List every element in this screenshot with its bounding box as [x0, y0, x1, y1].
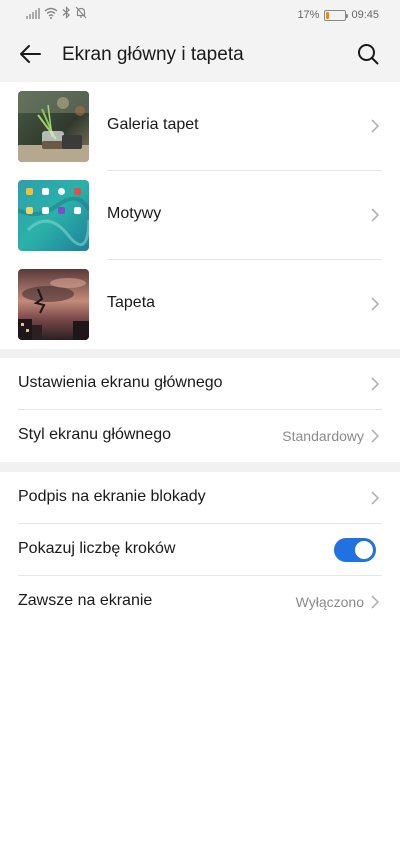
chevron-right-icon	[370, 428, 380, 444]
home-screen-style-value: Standardowy	[282, 428, 364, 444]
home-screen-style-label: Styl ekranu głównego	[18, 426, 171, 443]
home-screen-settings-label: Ustawienia ekranu głównego	[18, 374, 223, 391]
always-on-display-value: Wyłączono	[295, 594, 364, 610]
section-separator	[0, 462, 400, 472]
list-item-show-steps: Pokazuj liczbę kroków	[0, 524, 400, 576]
battery-percent: 17%	[297, 9, 320, 21]
toggle-knob	[355, 541, 373, 559]
list-item-home-screen-style[interactable]: Styl ekranu głównego Standardowy	[0, 410, 400, 462]
chevron-right-icon	[370, 296, 380, 312]
app-bar: Ekran główny i tapeta	[0, 30, 400, 82]
battery-icon	[324, 9, 349, 21]
plant-jar-thumbnail	[18, 91, 89, 162]
sunset-sky-thumbnail	[18, 269, 89, 340]
page-title: Ekran główny i tapeta	[62, 44, 244, 65]
themes-label: Motywy	[107, 205, 162, 222]
chevron-right-icon	[370, 594, 380, 610]
status-icons-right: 17% 09:45	[297, 7, 379, 23]
battery-level	[326, 11, 330, 19]
list-item-home-screen-settings[interactable]: Ustawienia ekranu głównego	[0, 358, 400, 410]
section-separator	[0, 349, 400, 358]
clock: 09:45	[351, 9, 379, 21]
list-item-lock-screen-signature[interactable]: Podpis na ekranie blokady	[0, 472, 400, 524]
show-steps-label: Pokazuj liczbę kroków	[18, 540, 176, 557]
chevron-right-icon	[370, 118, 380, 134]
status-bar: 17% 09:45	[0, 0, 400, 30]
show-steps-toggle[interactable]	[334, 538, 376, 562]
status-icons-left	[26, 6, 87, 24]
wifi-icon	[44, 6, 58, 24]
lock-screen-signature-label: Podpis na ekranie blokady	[18, 488, 206, 505]
chevron-right-icon	[370, 207, 380, 223]
list-item-themes[interactable]: Motywy	[0, 171, 400, 260]
search-button[interactable]	[352, 40, 384, 72]
back-button[interactable]	[14, 40, 46, 72]
bluetooth-icon	[62, 6, 71, 24]
search-icon	[357, 43, 379, 70]
always-on-display-label: Zawsze na ekranie	[18, 592, 153, 609]
gallery-label: Galeria tapet	[107, 116, 199, 133]
list-item-gallery[interactable]: Galeria tapet	[0, 82, 400, 171]
chevron-right-icon	[370, 490, 380, 506]
arrow-left-icon	[19, 44, 41, 69]
list-item-wallpaper[interactable]: Tapeta	[0, 260, 400, 349]
theme-preview-thumbnail	[18, 180, 89, 251]
list-item-always-on-display[interactable]: Zawsze na ekranie Wyłączono	[0, 576, 400, 628]
bell-off-icon	[75, 6, 87, 24]
wallpaper-label: Tapeta	[107, 294, 156, 311]
signal-icon	[26, 6, 40, 24]
chevron-right-icon	[370, 376, 380, 392]
